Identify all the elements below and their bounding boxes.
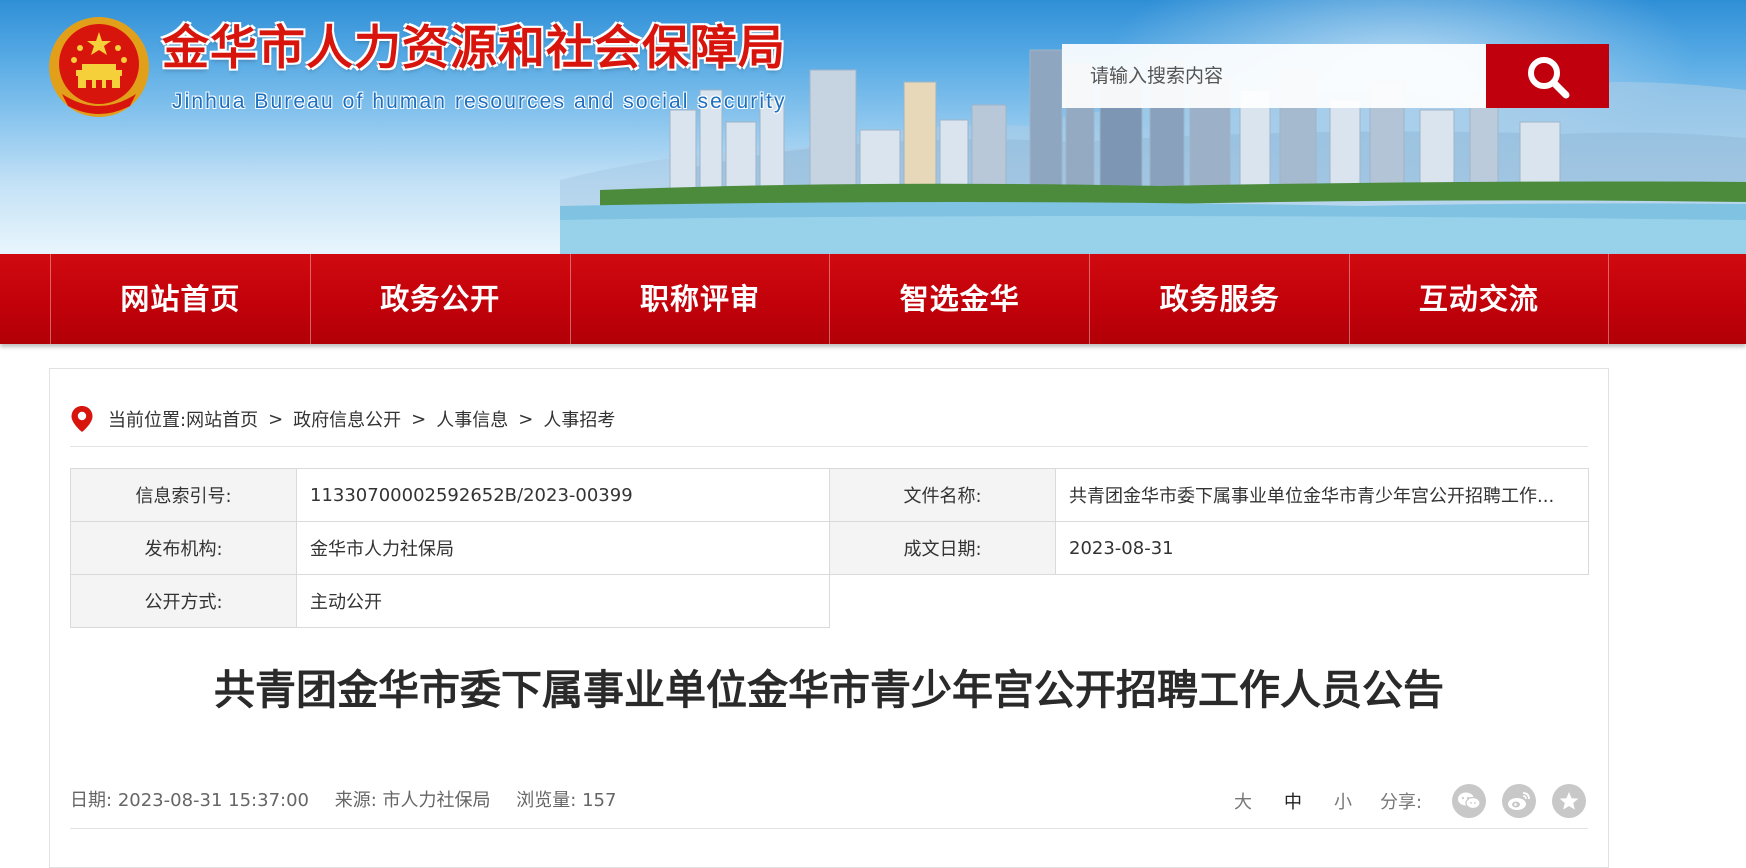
- meta-views-value: 157: [582, 790, 617, 811]
- font-size-small-button[interactable]: 小: [1318, 788, 1368, 814]
- national-emblem-icon: [49, 17, 149, 117]
- index-value: 11330700002592652B/2023-00399: [296, 468, 830, 522]
- meta-views-label: 浏览量:: [516, 790, 577, 811]
- meta-source-value: 市人力社保局: [382, 790, 491, 811]
- method-value: 主动公开: [296, 574, 830, 628]
- breadcrumb-divider: [70, 446, 1588, 447]
- location-pin-icon: [71, 406, 93, 432]
- nav-list: 网站首页 政务公开 职称评审 智选金华 政务服务 互动交流: [50, 254, 1609, 344]
- nav-item-government-affairs[interactable]: 政务公开: [309, 254, 570, 344]
- breadcrumb-prefix: 当前位置:: [108, 410, 187, 431]
- wechat-icon[interactable]: [1452, 784, 1487, 818]
- breadcrumb-home[interactable]: 网站首页: [186, 406, 258, 432]
- breadcrumb-separator: >: [518, 408, 534, 430]
- site-title: 金华市人力资源和社会保障局: [162, 21, 786, 76]
- method-label: 公开方式:: [70, 574, 297, 628]
- publisher-label: 发布机构:: [70, 521, 297, 575]
- meta-source-label: 来源:: [334, 790, 377, 811]
- font-size-medium-button[interactable]: 中: [1268, 788, 1318, 814]
- article-tools: 大 中 小 分享:: [1218, 782, 1587, 820]
- nav-item-services[interactable]: 政务服务: [1089, 254, 1349, 344]
- table-row: 信息索引号: 11330700002592652B/2023-00399 文件名…: [70, 468, 1589, 522]
- search-button[interactable]: [1486, 44, 1609, 108]
- favorite-star-icon[interactable]: [1552, 784, 1587, 818]
- nav-item-interaction[interactable]: 互动交流: [1348, 254, 1609, 344]
- share-label: 分享:: [1380, 792, 1423, 813]
- breadcrumb-gov-info[interactable]: 政府信息公开: [293, 406, 401, 432]
- meta-date-label: 日期:: [70, 790, 113, 811]
- breadcrumb: 当前位置: 网站首页 > 政府信息公开 > 人事信息 > 人事招考: [70, 404, 615, 434]
- search-icon: [1528, 57, 1570, 99]
- breadcrumb-recruitment[interactable]: 人事招考: [543, 406, 615, 432]
- nav-item-home[interactable]: 网站首页: [50, 254, 310, 344]
- weibo-icon[interactable]: [1502, 784, 1537, 818]
- meta-divider: [70, 828, 1588, 829]
- date-label: 成文日期:: [829, 521, 1056, 575]
- table-row: 公开方式: 主动公开: [70, 574, 1589, 628]
- breadcrumb-separator: >: [411, 408, 427, 430]
- info-table: 信息索引号: 11330700002592652B/2023-00399 文件名…: [70, 468, 1589, 628]
- nav-item-talent-jinhua[interactable]: 智选金华: [829, 254, 1089, 344]
- meta-date-value: 2023-08-31 15:37:00: [117, 790, 309, 811]
- article-meta: 日期: 2023-08-31 15:37:00 来源: 市人力社保局 浏览量: …: [70, 784, 636, 818]
- main-nav: 网站首页 政务公开 职称评审 智选金华 政务服务 互动交流: [0, 254, 1746, 344]
- breadcrumb-personnel-info[interactable]: 人事信息: [436, 406, 508, 432]
- article-title: 共青团金华市委下属事业单位金华市青少年宫公开招聘工作人员公告: [214, 666, 1444, 714]
- date-value: 2023-08-31: [1055, 521, 1589, 575]
- site-subtitle: Jinhua Bureau of human resources and soc…: [172, 90, 787, 113]
- search-box: [1062, 44, 1486, 108]
- breadcrumb-separator: >: [268, 408, 284, 430]
- table-row: 发布机构: 金华市人力社保局 成文日期: 2023-08-31: [70, 521, 1589, 575]
- empty-cell: [829, 574, 1589, 628]
- filename-label: 文件名称:: [829, 468, 1056, 522]
- header-banner: 金华市人力资源和社会保障局 Jinhua Bureau of human res…: [0, 0, 1746, 254]
- search-input[interactable]: [1062, 44, 1486, 108]
- index-label: 信息索引号:: [70, 468, 297, 522]
- font-size-large-button[interactable]: 大: [1218, 788, 1268, 814]
- publisher-value: 金华市人力社保局: [296, 521, 830, 575]
- filename-value: 共青团金华市委下属事业单位金华市青少年宫公开招聘工作...: [1055, 468, 1589, 522]
- nav-item-title-review[interactable]: 职称评审: [569, 254, 830, 344]
